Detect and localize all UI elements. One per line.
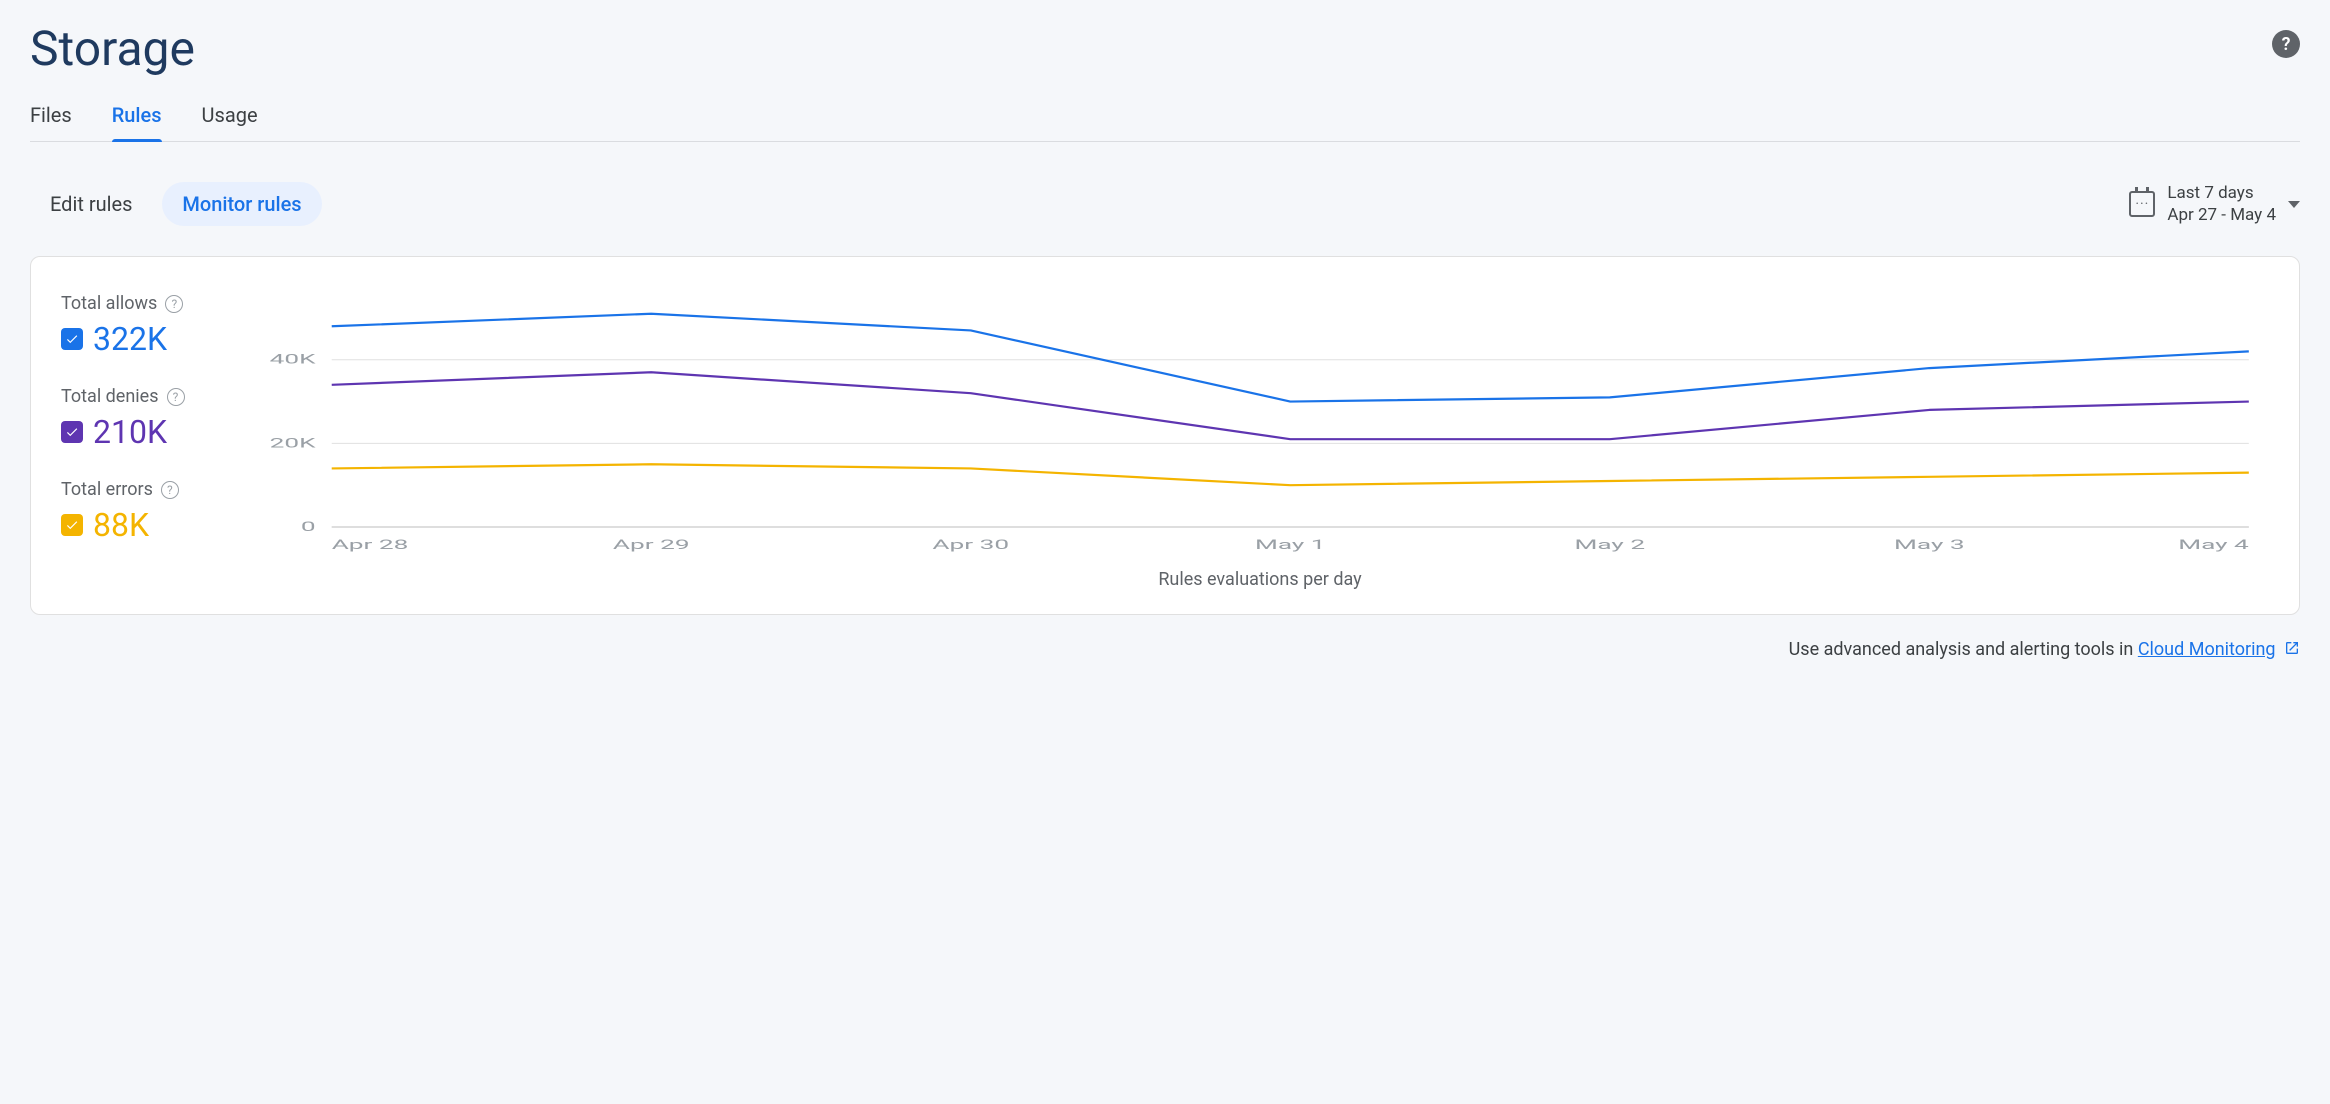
date-range-label: Last 7 days xyxy=(2167,182,2276,204)
chevron-down-icon xyxy=(2288,201,2300,208)
date-range-picker[interactable]: Last 7 days Apr 27 - May 4 xyxy=(2129,182,2300,226)
legend-item-denies: Total denies ? 210K xyxy=(61,386,231,451)
primary-tabs: Files Rules Usage xyxy=(30,95,2300,142)
svg-text:40K: 40K xyxy=(270,353,316,368)
legend-allows-checkbox[interactable] xyxy=(61,328,83,350)
help-icon[interactable]: ? xyxy=(167,388,185,406)
svg-text:Apr 30: Apr 30 xyxy=(932,538,1009,553)
help-icon[interactable]: ? xyxy=(2272,30,2300,58)
legend-denies-label: Total denies xyxy=(61,386,159,407)
tab-rules[interactable]: Rules xyxy=(112,95,162,141)
chart-card: Total allows ? 322K Total denies ? 210K xyxy=(30,256,2300,615)
svg-text:May 3: May 3 xyxy=(1894,538,1965,553)
date-range-value: Apr 27 - May 4 xyxy=(2167,204,2276,226)
svg-text:0: 0 xyxy=(301,520,316,535)
footer-prefix: Use advanced analysis and alerting tools… xyxy=(1789,639,2138,660)
subtab-edit-rules[interactable]: Edit rules xyxy=(30,182,152,226)
legend-errors-value: 88K xyxy=(93,506,149,544)
chart-x-axis-label: Rules evaluations per day xyxy=(251,569,2269,590)
legend-allows-value: 322K xyxy=(93,320,167,358)
calendar-icon xyxy=(2129,191,2155,217)
legend-errors-checkbox[interactable] xyxy=(61,514,83,536)
line-chart: 0 20K 40K Apr 28 Apr 29 Apr 30 May 1 May 2 May 3… xyxy=(251,287,2269,557)
svg-text:Apr 28: Apr 28 xyxy=(332,538,409,553)
svg-text:20K: 20K xyxy=(270,436,316,451)
legend-errors-label: Total errors xyxy=(61,479,153,500)
tab-files[interactable]: Files xyxy=(30,95,72,141)
check-icon xyxy=(65,425,79,439)
external-link-icon xyxy=(2284,640,2300,661)
svg-text:May 4: May 4 xyxy=(2178,538,2249,553)
check-icon xyxy=(65,332,79,346)
help-icon[interactable]: ? xyxy=(161,481,179,499)
legend-denies-value: 210K xyxy=(93,413,167,451)
check-icon xyxy=(65,518,79,532)
subtab-monitor-rules[interactable]: Monitor rules xyxy=(162,182,321,226)
svg-text:May 1: May 1 xyxy=(1255,538,1326,553)
svg-text:May 2: May 2 xyxy=(1574,538,1645,553)
tab-usage[interactable]: Usage xyxy=(202,95,258,141)
footer-note: Use advanced analysis and alerting tools… xyxy=(30,639,2300,661)
help-icon[interactable]: ? xyxy=(165,295,183,313)
rules-subtabs: Edit rules Monitor rules xyxy=(30,182,322,226)
cloud-monitoring-link[interactable]: Cloud Monitoring xyxy=(2138,639,2276,660)
svg-text:Apr 29: Apr 29 xyxy=(613,538,690,553)
legend-allows-label: Total allows xyxy=(61,293,157,314)
legend-denies-checkbox[interactable] xyxy=(61,421,83,443)
legend-item-errors: Total errors ? 88K xyxy=(61,479,231,544)
chart-legend: Total allows ? 322K Total denies ? 210K xyxy=(61,287,231,590)
page-title: Storage xyxy=(30,20,195,77)
legend-item-allows: Total allows ? 322K xyxy=(61,293,231,358)
